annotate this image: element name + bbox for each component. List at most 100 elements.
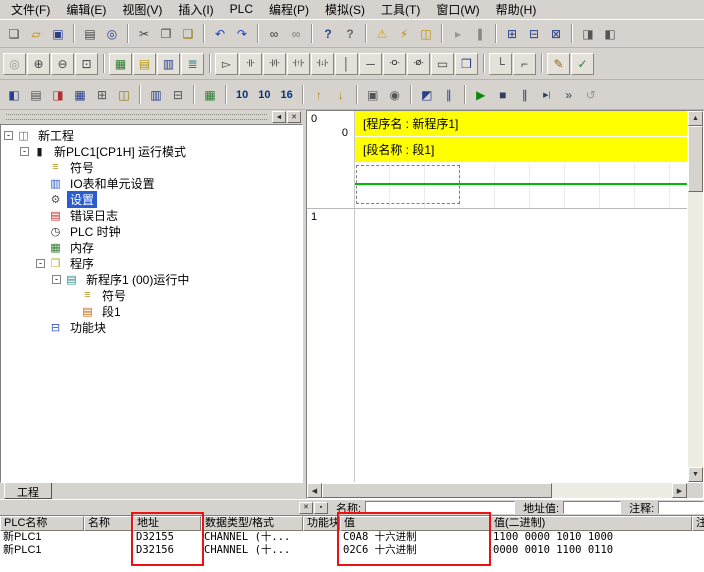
pause-program-icon[interactable]: ∥ [514,84,536,105]
show-rung-comments-icon[interactable]: ▤ [133,53,156,75]
new-closed-contact-icon[interactable]: -|/|- [263,53,286,75]
vertical-scrollbar[interactable]: ▲ ▼ [687,111,703,482]
new-ladder-window-icon[interactable]: ◧ [3,84,25,105]
horizontal-scrollbar-thumb[interactable] [322,483,552,498]
set-value-icon[interactable]: ▣ [362,84,384,105]
tree-item-symbols[interactable]: ≡符号 [1,159,302,175]
output-toggle-icon[interactable]: ◧ [599,23,621,44]
monitor-signed-decimal-button[interactable]: 10 [253,84,275,105]
watch-window-icon[interactable]: ▥ [145,84,167,105]
line-delete-icon[interactable]: ⌐ [513,53,536,75]
col-address[interactable]: 地址 [133,516,201,531]
watch-pin-icon[interactable]: ▪ [314,502,328,514]
cascade-windows-icon[interactable]: ⊞ [501,23,523,44]
tile-windows-icon[interactable]: ⊟ [523,23,545,44]
col-plc-name[interactable]: PLC名称 [0,516,84,531]
io-comment-window-icon[interactable]: ▦ [69,84,91,105]
tab-project[interactable]: 工程 [4,483,52,499]
tree-item-program-symbols[interactable]: ≡符号 [1,287,302,303]
work-online-simulator-icon[interactable]: ⚠ [371,23,393,44]
col-comment[interactable]: 注... [692,516,704,531]
menu-program[interactable]: 编程(P) [261,0,317,21]
watch-row[interactable]: 新PLC1D32155CHANNEL (十...C0A8 十六进制1100 00… [0,531,704,544]
symbol-table-window-icon[interactable]: ◨ [47,84,69,105]
help-icon[interactable]: ? [317,23,339,44]
scroll-down-icon[interactable]: ▼ [688,467,703,482]
line-connect-icon[interactable]: └ [489,53,512,75]
monitor-decimal-button[interactable]: 10 [231,84,253,105]
run-grayed-icon[interactable]: ▸ [447,23,469,44]
open-folder-icon[interactable]: ▱ [25,23,47,44]
mnemonic-view-icon[interactable]: ▤ [25,84,47,105]
new-down-differential-contact-icon[interactable]: -|↓|- [311,53,334,75]
vertical-scrollbar-track[interactable] [688,192,703,467]
new-horizontal-line-icon[interactable]: ─ [359,53,382,75]
address-value-field[interactable] [563,501,621,514]
horizontal-scrollbar-track[interactable] [552,483,672,499]
col-data-type[interactable]: 数据类型/格式 [201,516,303,531]
scroll-up-icon[interactable]: ▲ [688,111,703,126]
new-vertical-line-icon[interactable]: │ [335,53,358,75]
print-icon[interactable]: ▤ [79,23,101,44]
menu-plc[interactable]: PLC [222,0,261,19]
copy-icon[interactable]: ❐ [155,23,177,44]
tree-item-project[interactable]: -◫新工程 [1,127,302,143]
select-mode-icon[interactable]: ▻ [215,53,238,75]
zoom-fit-icon[interactable]: ⊡ [75,53,98,75]
menu-edit[interactable]: 编辑(E) [58,0,114,21]
show-grid-icon[interactable]: ▦ [109,53,132,75]
print-preview-icon[interactable]: ◎ [101,23,123,44]
new-open-contact-icon[interactable]: -||- [239,53,262,75]
menu-file[interactable]: 文件(F) [3,0,58,21]
step-over-icon[interactable]: » [558,84,580,105]
drag-grip[interactable] [6,114,267,120]
menu-insert[interactable]: 插入(I) [170,0,221,21]
tree-item-error-log[interactable]: ▤错误日志 [1,207,302,223]
force-bit-icon[interactable]: ◉ [384,84,406,105]
show-monitor-data-icon[interactable]: ≣ [181,53,204,75]
col-function-block[interactable]: 功能块... [303,516,340,531]
show-rung-annotations-icon[interactable]: ▥ [157,53,180,75]
zoom-out-icon[interactable]: ⊖ [51,53,74,75]
tree-item-plc[interactable]: -▮新PLC1[CP1H] 运行模式 [1,143,302,159]
cross-reference-icon[interactable]: ⊞ [91,84,113,105]
program-check-icon[interactable]: ✓ [571,53,594,75]
pause-icon[interactable]: ∥ [469,23,491,44]
menu-simulation[interactable]: 模拟(S) [317,0,373,21]
tree-item-programs[interactable]: -❒程序 [1,255,302,271]
watch-close-icon[interactable]: ✕ [299,502,313,514]
pause-monitor-icon[interactable]: ∥ [438,84,460,105]
local-symbols-icon[interactable]: ◫ [113,84,135,105]
redo-icon[interactable]: ↷ [231,23,253,44]
previous-rung-icon[interactable]: ↑ [308,84,330,105]
find-icon[interactable]: ∞ [263,23,285,44]
close-all-windows-icon[interactable]: ⊠ [545,23,567,44]
horizontal-scrollbar[interactable]: ◀ ▶ [307,483,687,499]
tree-item-memory[interactable]: ▦内存 [1,239,302,255]
menu-view[interactable]: 视图(V) [114,0,170,21]
comment-edit-icon[interactable]: ✎ [547,53,570,75]
ladder-diagram[interactable]: 0 0 [程序名 : 新程序1] [段名称 : 段1] [307,111,687,482]
tree-expander-icon[interactable]: - [36,259,45,268]
tree-expander-icon[interactable]: - [52,275,61,284]
output-window-icon[interactable]: ⊟ [167,84,189,105]
tree-item-function-blocks[interactable]: ⊟功能块 [1,319,302,335]
comment-field[interactable] [658,501,704,514]
monitor-grid-icon[interactable]: ▦ [199,84,221,105]
zoom-in-icon[interactable]: ⊕ [27,53,50,75]
cut-icon[interactable]: ✂ [133,23,155,44]
monitor-hex-button[interactable]: 16 [276,84,298,105]
scroll-right-icon[interactable]: ▶ [672,483,687,498]
new-instruction-icon[interactable]: ▭ [431,53,454,75]
menu-window[interactable]: 窗口(W) [428,0,487,21]
reset-icon[interactable]: ↺ [580,84,602,105]
context-help-icon[interactable]: ? [339,23,361,44]
scroll-left-icon[interactable]: ◀ [307,483,322,498]
step-run-icon[interactable]: ▶| [536,84,558,105]
paste-icon[interactable]: ❑ [177,23,199,44]
find-next-icon[interactable]: ∞ [285,23,307,44]
col-value[interactable]: 值 [340,516,490,531]
new-closed-coil-icon[interactable]: -Ø- [407,53,430,75]
watch-row[interactable]: 新PLC1D32156CHANNEL (十...02C6 十六进制0000 00… [0,544,704,557]
workspace-dock-icon[interactable]: ◄ [272,111,286,123]
